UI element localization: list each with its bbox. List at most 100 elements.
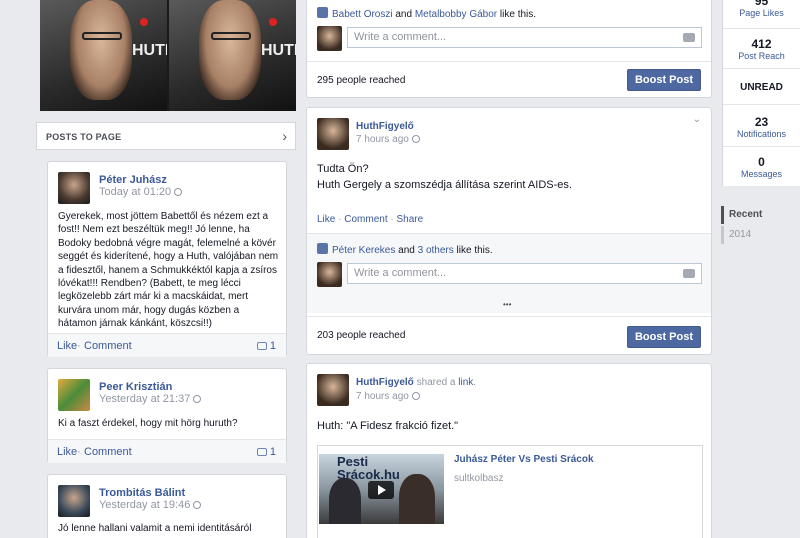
more-dots[interactable]: ••• [503,300,511,309]
cover-brand-text: HUTH [261,42,296,59]
camera-icon[interactable] [683,33,695,42]
posts-to-page-title: POSTS TO PAGE [46,132,122,142]
globe-icon [174,188,183,196]
link-thumbnail[interactable]: Pesti Srácok.hu [319,454,444,524]
chevron-down-icon[interactable]: ⌄ [693,114,701,125]
cover-photo-right[interactable]: HUTH [169,0,296,111]
page-avatar[interactable] [317,26,342,51]
comment-input[interactable]: Write a comment... [347,27,702,48]
post-time[interactable]: Yesterday at 19:46 [99,499,202,511]
avatar[interactable] [58,379,90,411]
liker-name[interactable]: Babett Oroszi [332,9,393,20]
messages-label: Messages [740,169,783,179]
timeline-2014[interactable]: 2014 [729,229,751,240]
period: . [473,377,477,388]
post-header-line: HuthFigyelő shared a link. [356,377,476,388]
likes-and: and [395,9,413,20]
link-preview[interactable]: Pesti Srácok.hu Juhász Péter Vs Pesti Sr… [317,445,703,538]
comment-bubble-icon [256,342,267,350]
posts-to-page-header[interactable]: POSTS TO PAGE › [36,122,296,150]
post-author[interactable]: HuthFigyelő [356,377,414,388]
cover-photo-area: HUTH HUTH [40,0,296,111]
post-reach-stat[interactable]: 412 Post Reach [723,31,800,69]
comment-link[interactable]: Comment [84,446,132,458]
camera-icon[interactable] [683,269,695,278]
post-author[interactable]: Trombitás Bálint [99,487,185,499]
feed-post-1: HuthFigyelő 7 hours ago ⌄ Tudta Ön? Huth… [306,107,712,355]
boost-post-button[interactable]: Boost Post [626,326,701,348]
comment-bubble-icon [256,448,267,456]
post-text-line2: Huth Gergely a szomszédja állítása szeri… [317,179,572,191]
post-footer: 295 people reached Boost Post [307,61,711,98]
post-time[interactable]: 7 hours ago [356,134,420,145]
page-avatar[interactable] [317,262,342,287]
post-author[interactable]: Péter Juhász [99,174,167,186]
comment-count-value: 1 [269,446,276,458]
notifications-stat[interactable]: 23 Notifications [723,107,800,147]
post-text: Huth: "A Fidesz frakció fizet." [317,420,459,432]
messages-stat[interactable]: 0 Messages [723,149,800,186]
chevron-right-icon[interactable]: › [282,128,287,144]
post-time[interactable]: Yesterday at 21:37 [99,393,202,405]
likes-others-link[interactable]: 3 others [418,245,454,256]
post-footer: 203 people reached Boost Post [307,316,711,354]
cover-brand-text: HUTH [132,42,167,59]
timeline-recent[interactable]: Recent [729,209,762,220]
comment-link[interactable]: Comment [84,340,132,352]
post-time-text: 7 hours ago [356,391,409,402]
post-time-text: Yesterday at 19:46 [99,499,191,511]
red-eye-right [269,18,277,26]
page-avatar[interactable] [317,374,349,406]
post-actions: Like · Comment 1 [48,333,286,357]
reach-text[interactable]: 203 people reached [317,330,405,341]
post-author[interactable]: HuthFigyelő [356,121,414,132]
likes-line: Péter Kerekes and 3 others like this. [317,243,493,256]
notifications-label: Notifications [736,129,787,139]
glasses-shape [211,32,251,40]
boost-post-button[interactable]: Boost Post [626,69,701,91]
link-source: sultkolbasz [454,473,504,484]
likes-and: and [398,245,415,256]
face-shape [199,0,261,100]
share-link[interactable]: Share [397,214,424,225]
likes-suffix: like this. [499,9,537,20]
shared-text: shared a [416,377,456,388]
comment-count[interactable]: 1 [256,340,276,352]
page-likes-count: 95 [754,0,769,8]
link-title[interactable]: Juhász Péter Vs Pesti Srácok [454,454,594,465]
avatar[interactable] [58,172,90,204]
liker-name[interactable]: Metalbobby Gábor [415,9,497,20]
comment-placeholder: Write a comment... [354,31,447,43]
feed-post-0: Babett Oroszi and Metalbobby Gábor like … [306,0,712,98]
post-time[interactable]: 7 hours ago [356,391,420,402]
post-actions: Like · Comment · Share [317,214,423,225]
play-button-icon[interactable] [368,481,394,499]
person-right-shape [399,474,435,524]
post-text: Gyerekek, most jöttem Babettől és nézem … [58,211,279,330]
post-author[interactable]: Peer Krisztián [99,381,172,393]
post-text: Ki a faszt érdekel, hogy mit hörg huruth… [58,418,238,429]
timeline-nav: Recent 2014 [721,206,800,246]
comment-input[interactable]: Write a comment... [347,263,702,284]
avatar[interactable] [58,485,90,517]
thumbs-up-icon [317,243,328,254]
messages-count: 0 [758,155,765,169]
separator: · [335,214,345,225]
page-avatar[interactable] [317,118,349,150]
post-text-line1: Tudta Ön? [317,163,369,175]
reach-text[interactable]: 295 people reached [317,75,405,86]
post-time[interactable]: Today at 01:20 [99,186,183,198]
page-likes-stat[interactable]: 95 Page Likes [723,0,800,29]
comment-placeholder: Write a comment... [354,267,447,279]
globe-icon [411,392,420,400]
like-link[interactable]: Like [57,446,77,458]
comment-link[interactable]: Comment [344,214,387,225]
liker-name[interactable]: Péter Kerekes [332,245,395,256]
comment-count[interactable]: 1 [256,446,276,458]
shared-link[interactable]: link [458,377,473,388]
post-time-text: Today at 01:20 [99,186,172,198]
like-link[interactable]: Like [57,340,77,352]
cover-photo-left[interactable]: HUTH [40,0,167,111]
like-link[interactable]: Like [317,214,335,225]
unread-stat[interactable]: UNREAD [723,72,800,105]
